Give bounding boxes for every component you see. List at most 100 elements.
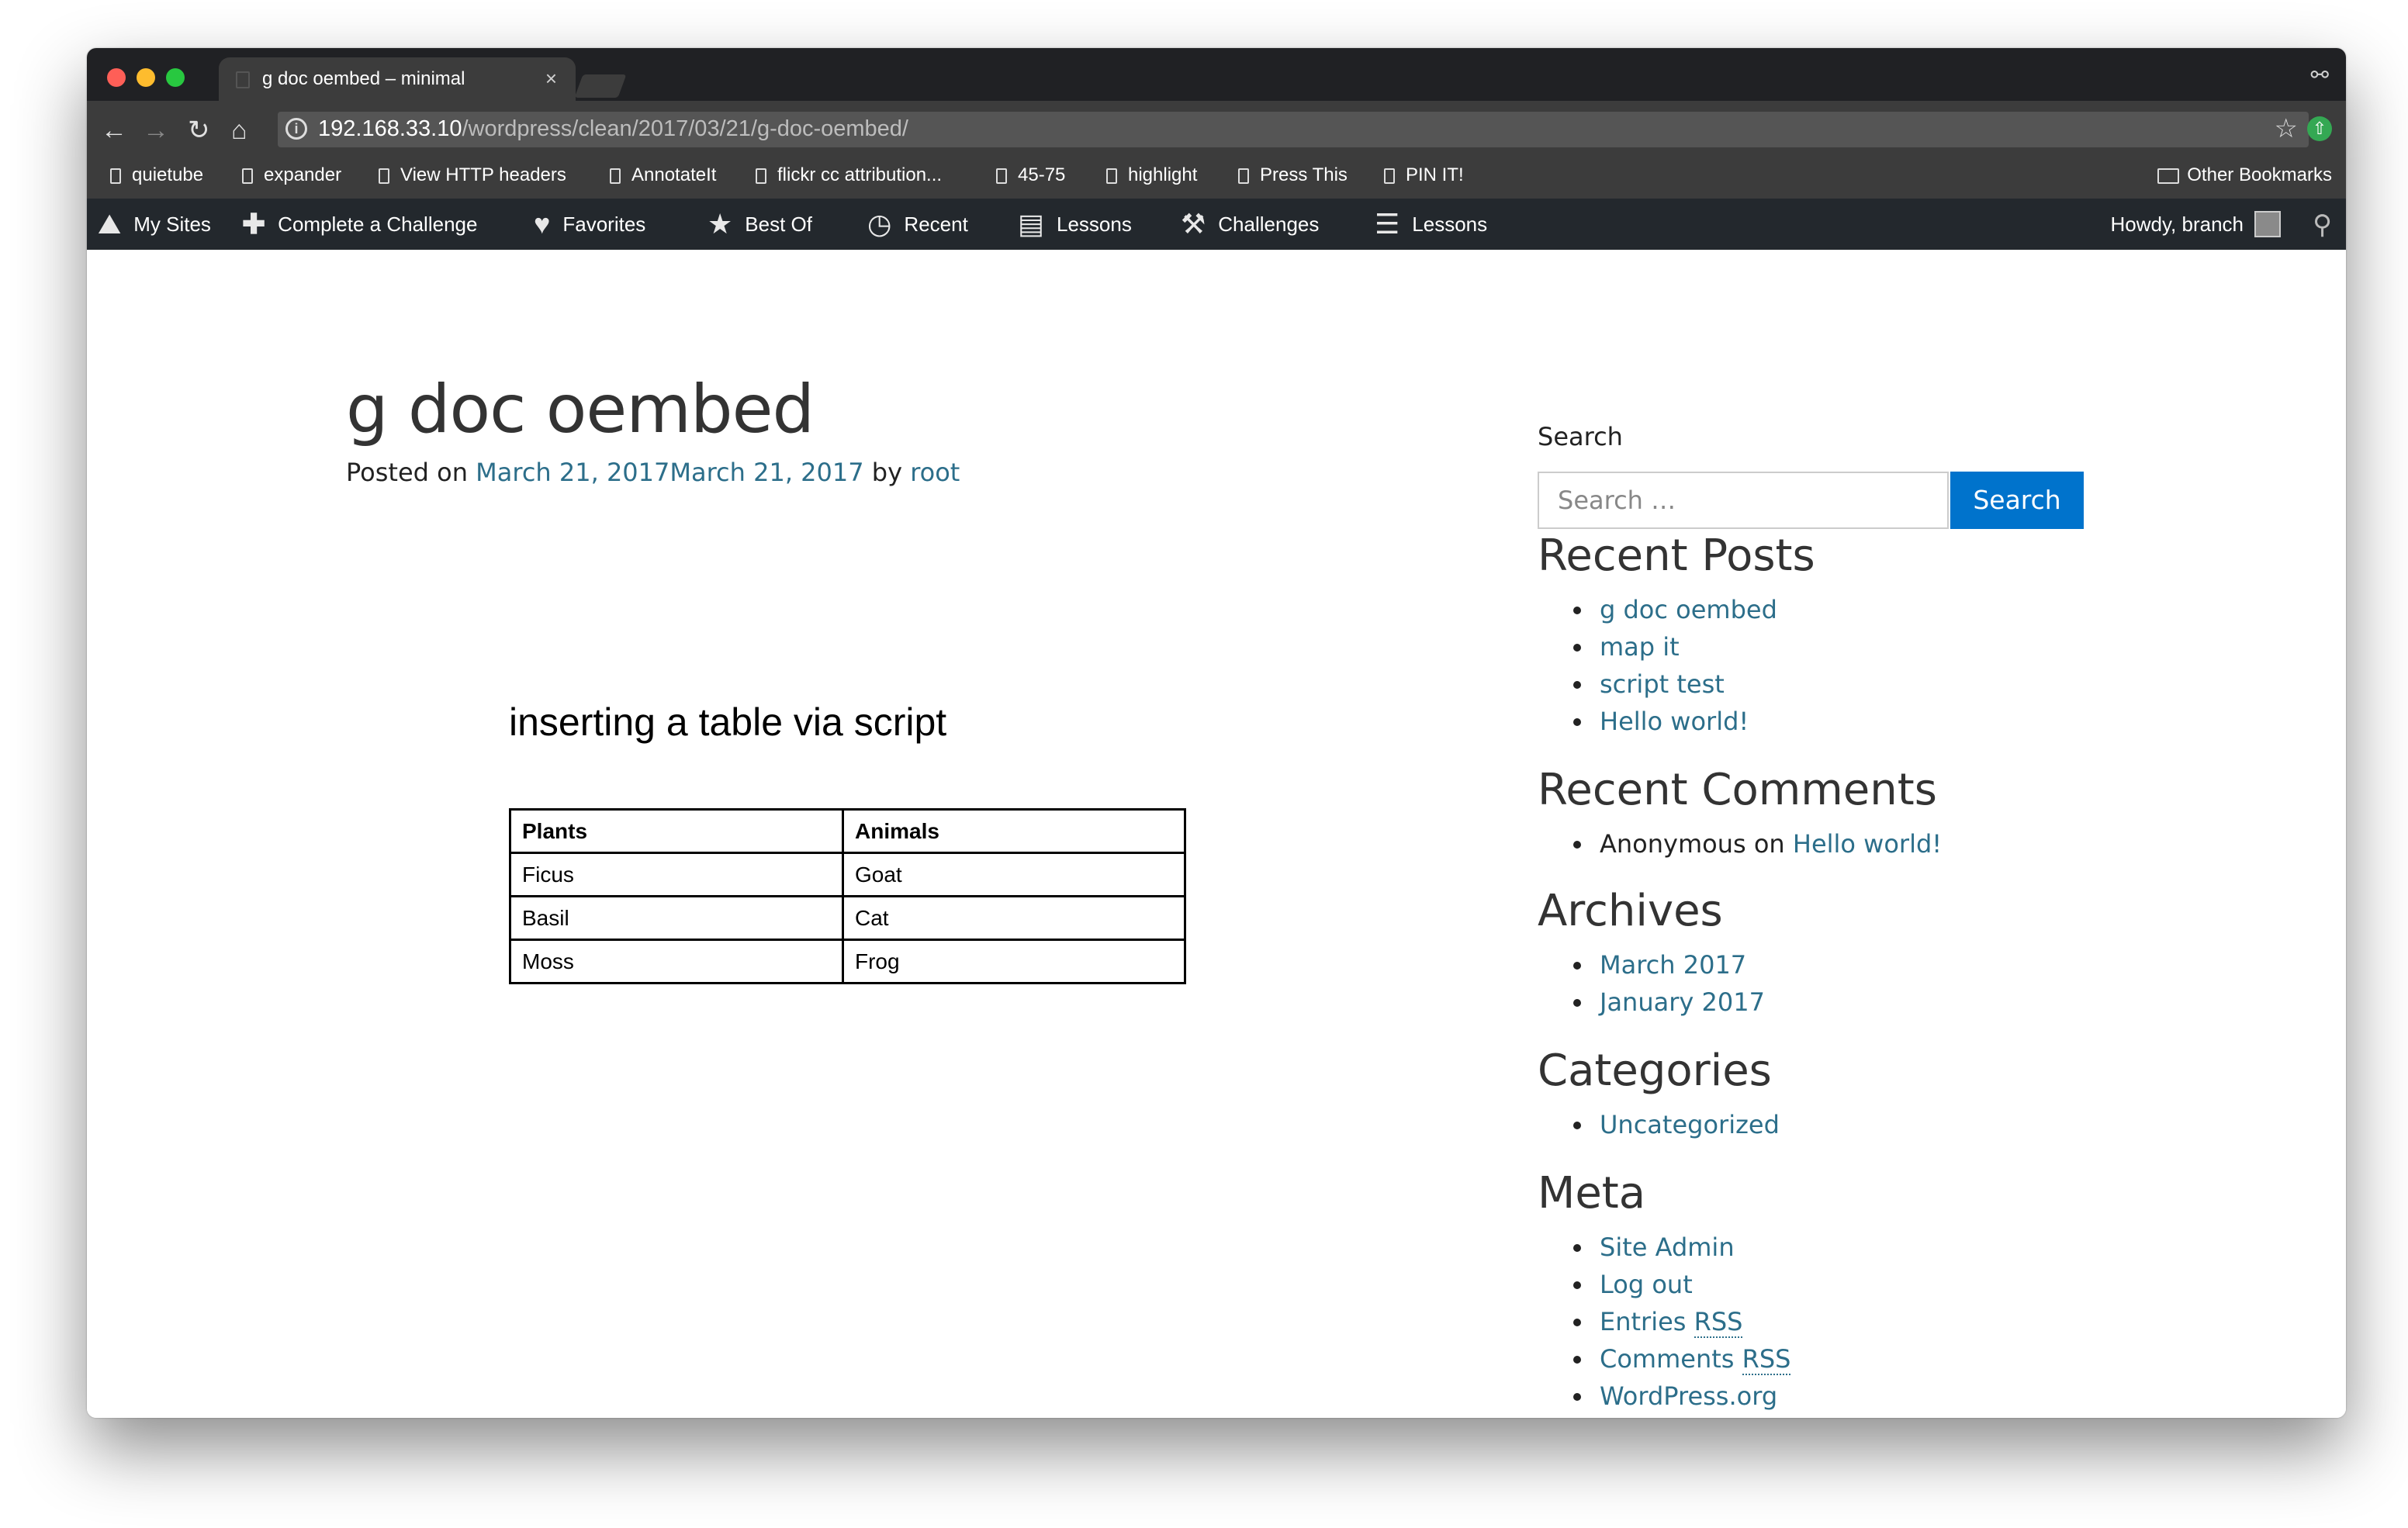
log-out-link[interactable]: Log out (1600, 1270, 1693, 1299)
post-date-link[interactable]: March 21, 2017March 21, 2017 (476, 458, 863, 487)
table-row: Moss Frog (509, 939, 1186, 984)
recent-posts-list: g doc oembed map it script test Hello wo… (1538, 591, 1777, 740)
bookmark-page-icon (110, 168, 121, 184)
bookmark-label: highlight (1128, 164, 1198, 185)
table-cell: Cat (842, 895, 1186, 941)
new-tab-button[interactable] (574, 74, 627, 98)
table-cell: Ficus (509, 852, 844, 897)
admin-my-sites-label: My Sites (133, 212, 211, 236)
zoom-window-button[interactable] (166, 68, 185, 87)
close-window-button[interactable] (107, 68, 126, 87)
post-meta: Posted on March 21, 2017March 21, 2017 b… (346, 458, 960, 487)
star-filled-icon: ★ (708, 208, 733, 240)
recent-post-link[interactable]: Hello world! (1600, 707, 1749, 736)
admin-my-sites[interactable]: ⛰ My Sites (98, 199, 211, 250)
wordpress-org-link[interactable]: WordPress.org (1600, 1381, 1777, 1411)
info-icon[interactable]: i (285, 118, 307, 140)
bookmark-item[interactable]: AnnotateIt (610, 164, 716, 186)
bookmark-item[interactable]: highlight (1106, 164, 1197, 186)
bookmark-item[interactable]: expander (242, 164, 341, 186)
posted-on-label: Posted on (346, 458, 468, 487)
by-label: by (871, 458, 903, 487)
admin-best-of[interactable]: ★ Best Of (708, 199, 812, 250)
admin-complete-challenge[interactable]: ✚ Complete a Challenge (242, 199, 477, 250)
table-row: Ficus Goat (509, 852, 1186, 897)
bookmark-page-icon (379, 168, 389, 184)
admin-account[interactable]: Howdy, branch (2110, 199, 2281, 250)
comment-post-link[interactable]: Hello world! (1793, 829, 1942, 859)
bookmark-page-icon (610, 168, 621, 184)
list-item: March 2017 (1538, 946, 1765, 984)
site-admin-link[interactable]: Site Admin (1600, 1232, 1735, 1262)
back-icon[interactable]: ← (101, 115, 127, 146)
bookmark-item[interactable]: Press This (1238, 164, 1348, 186)
tools-icon: ⚒ (1181, 208, 1206, 240)
star-icon[interactable]: ☆ (2275, 113, 2298, 144)
plus-icon: ✚ (242, 208, 266, 240)
list-item: Log out (1538, 1266, 1790, 1303)
reload-icon[interactable]: ↻ (188, 115, 210, 146)
table-header-cell: Animals (842, 808, 1186, 854)
recent-post-link[interactable]: map it (1600, 632, 1680, 662)
avatar (2254, 211, 2281, 237)
entries-rss-link[interactable]: Entries RSS (1600, 1307, 1743, 1338)
bookmark-page-icon (996, 168, 1007, 184)
list-item: Anonymous on Hello world! (1538, 825, 1942, 863)
bookmark-label: quietube (132, 164, 204, 185)
home-icon[interactable]: ⌂ (231, 115, 247, 146)
admin-favorites[interactable]: ♥ Favorites (534, 199, 645, 250)
admin-best-of-label: Best Of (745, 212, 812, 236)
comment-on-label: on (1753, 829, 1785, 859)
browser-tab[interactable]: g doc oembed – minimal × (219, 57, 576, 101)
heart-icon: ♥ (534, 208, 551, 240)
my-sites-icon: ⛰ (98, 207, 122, 240)
bookmark-item[interactable]: quietube (110, 164, 203, 186)
meta-list: Site Admin Log out Entries RSS Comments … (1538, 1229, 1791, 1415)
list-item: January 2017 (1538, 984, 1765, 1021)
list-item: Uncategorized (1538, 1106, 1780, 1143)
search-button[interactable]: Search (1950, 472, 2084, 529)
bookmark-item[interactable]: View HTTP headers (379, 164, 566, 186)
bookmark-page-icon (1384, 168, 1395, 184)
comments-rss-link[interactable]: Comments RSS (1600, 1344, 1791, 1375)
categories-title: Categories (1538, 1046, 1772, 1096)
admin-lessons[interactable]: ▤ Lessons (1018, 199, 1132, 250)
minimize-window-button[interactable] (137, 68, 155, 87)
recent-post-link[interactable]: g doc oembed (1600, 595, 1777, 624)
list-item: WordPress.org (1538, 1378, 1790, 1415)
rss-abbr: RSS (1742, 1344, 1791, 1375)
bookmark-item[interactable]: 45-75 (996, 164, 1065, 186)
other-bookmarks-label: Other Bookmarks (2187, 164, 2332, 185)
archive-link[interactable]: March 2017 (1600, 950, 1746, 980)
admin-search-icon[interactable]: ⚲ (2313, 209, 2332, 240)
list-item: script test (1538, 665, 1777, 703)
table-cell: Frog (842, 939, 1186, 984)
bookmark-item[interactable]: flickr cc attribution... (756, 164, 942, 186)
archive-link[interactable]: January 2017 (1600, 987, 1765, 1017)
tab-bar: g doc oembed – minimal × ⚯ (87, 48, 2346, 101)
admin-recent[interactable]: ◷ Recent (867, 199, 968, 250)
address-bar[interactable]: i 192.168.33.10/wordpress/clean/2017/03/… (278, 112, 2309, 147)
bookmark-label: AnnotateIt (631, 164, 717, 185)
post-author-link[interactable]: root (910, 458, 960, 487)
bookmark-label: PIN IT! (1406, 164, 1464, 185)
browser-window: g doc oembed – minimal × ⚯ ← → ↻ ⌂ i 192… (87, 48, 2346, 1418)
admin-lessons-menu[interactable]: ☰ Lessons (1375, 199, 1487, 250)
extension-icon[interactable]: ⇧ (2307, 116, 2332, 141)
bookmark-item[interactable]: PIN IT! (1384, 164, 1464, 186)
howdy-label: Howdy, branch (2110, 212, 2244, 236)
admin-challenges[interactable]: ⚒ Challenges (1181, 199, 1319, 250)
search-input[interactable]: Search … (1538, 472, 1949, 529)
recent-post-link[interactable]: script test (1600, 669, 1725, 699)
bookmark-page-icon (1106, 168, 1117, 184)
bookmark-page-icon (242, 168, 253, 184)
forward-icon[interactable]: → (143, 115, 169, 146)
other-bookmarks[interactable]: Other Bookmarks (2157, 164, 2332, 186)
admin-favorites-label: Favorites (562, 212, 646, 236)
table-header-cell: Plants (509, 808, 844, 854)
incognito-icon[interactable]: ⚯ (2311, 62, 2329, 88)
embed-heading: inserting a table via script (509, 700, 947, 744)
category-link[interactable]: Uncategorized (1600, 1110, 1780, 1139)
tab-close-button[interactable]: × (545, 67, 557, 91)
tab-title: g doc oembed – minimal (262, 68, 465, 89)
